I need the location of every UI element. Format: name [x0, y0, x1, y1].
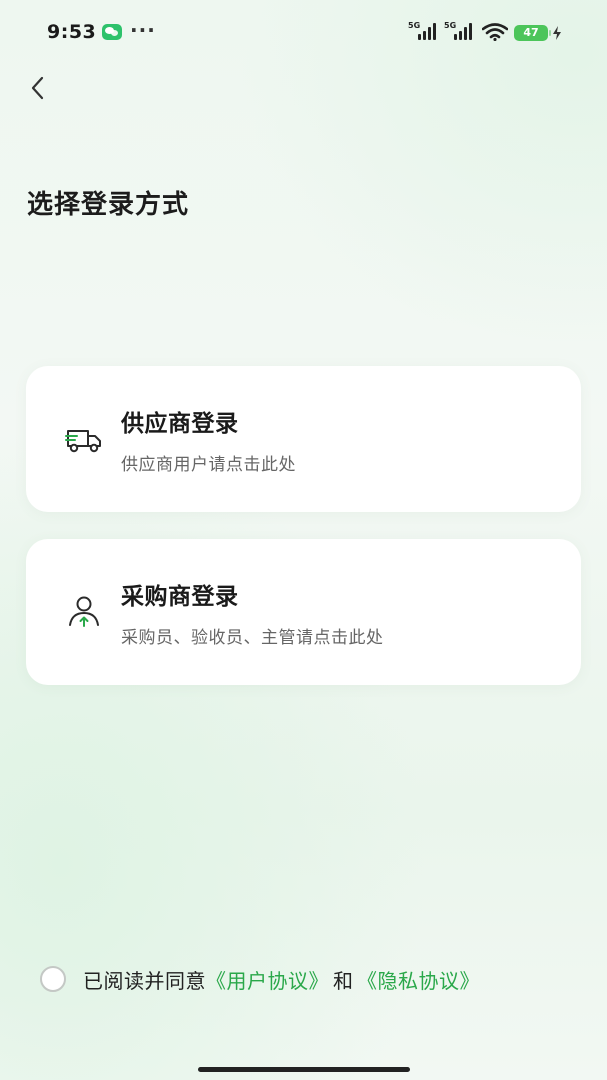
page-title: 选择登录方式 — [27, 190, 190, 220]
more-notifications-icon: ··· — [130, 18, 156, 42]
supplier-login-card[interactable]: 供应商登录 供应商用户请点击此处 — [26, 366, 581, 512]
purchaser-login-card[interactable]: 采购商登录 采购员、验收员、主管请点击此处 — [26, 539, 581, 685]
purchaser-login-subtitle: 采购员、验收员、主管请点击此处 — [121, 628, 384, 648]
status-time: 9:53 — [47, 21, 97, 43]
charging-icon — [553, 26, 561, 40]
truck-icon — [65, 430, 101, 453]
signal-icon-2: 5G — [444, 21, 474, 42]
wechat-icon — [102, 24, 122, 40]
status-bar: 9:53 ··· 5G 5G 47 — [0, 0, 607, 66]
user-agreement-link[interactable]: 《用户协议》 — [206, 965, 329, 994]
back-button[interactable] — [20, 70, 56, 106]
privacy-policy-link[interactable]: 《隐私协议》 — [357, 965, 480, 994]
agreement-checkbox[interactable] — [40, 966, 66, 992]
supplier-login-title: 供应商登录 — [121, 411, 239, 437]
battery-icon: 47 — [514, 25, 551, 41]
chevron-left-icon — [31, 76, 44, 100]
agreement-conjunction: 和 — [333, 968, 353, 993]
user-icon — [69, 596, 99, 627]
agreement-row: 已阅读并同意 《用户协议》 和 《隐私协议》 — [40, 962, 580, 996]
agreement-prefix: 已阅读并同意 — [83, 968, 206, 993]
supplier-login-subtitle: 供应商用户请点击此处 — [121, 455, 296, 475]
home-indicator — [198, 1067, 410, 1072]
signal-icon: 5G — [408, 21, 438, 42]
purchaser-login-title: 采购商登录 — [121, 584, 239, 610]
wifi-icon — [482, 23, 508, 41]
